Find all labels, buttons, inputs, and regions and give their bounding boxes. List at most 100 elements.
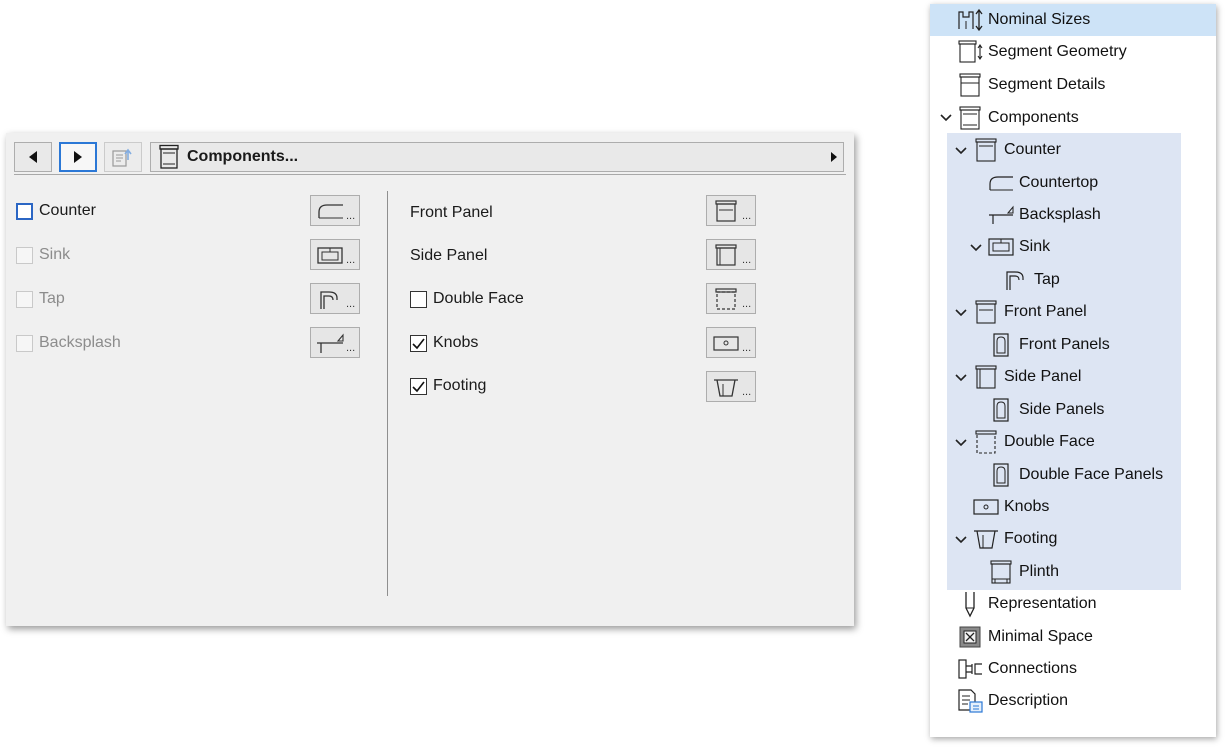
tree-item-description[interactable]: Description xyxy=(956,686,1068,716)
previous-page-button[interactable] xyxy=(14,142,52,172)
panel-door-icon xyxy=(987,331,1015,359)
components-icon xyxy=(159,144,179,169)
tree-item-plinth[interactable]: Plinth xyxy=(987,557,1059,587)
tree-item-label: Front Panels xyxy=(1019,336,1110,353)
tree-item-representation[interactable]: Representation xyxy=(956,589,1097,619)
backsplash-icon xyxy=(987,201,1015,229)
knobs-icon xyxy=(713,335,739,351)
front-panel-icon xyxy=(715,199,737,222)
footing-icon xyxy=(714,378,738,397)
double-face-checkbox[interactable] xyxy=(410,290,427,308)
double-face-settings-button[interactable]: ... xyxy=(706,283,756,314)
tree-item-segment-details[interactable]: Segment Details xyxy=(956,70,1105,100)
option-side-panel: Side Panel xyxy=(410,244,487,268)
tree-item-label: Countertop xyxy=(1019,174,1099,191)
counter-label: Counter xyxy=(39,202,96,219)
tree-item-double-face[interactable]: Double Face xyxy=(972,427,1095,457)
panel-door-icon xyxy=(987,461,1015,489)
chevron-down-icon[interactable] xyxy=(969,241,983,255)
nominal-sizes-icon xyxy=(956,6,984,34)
tree-item-label: Side Panel xyxy=(1004,368,1082,385)
tap-icon xyxy=(1002,266,1030,294)
double-face-icon xyxy=(972,428,1000,456)
tap-label: Tap xyxy=(39,290,65,307)
footing-settings-button[interactable]: ... xyxy=(706,371,756,402)
footing-icon xyxy=(972,525,1000,553)
option-counter[interactable]: Counter xyxy=(16,199,96,223)
counter-checkbox[interactable] xyxy=(16,202,33,220)
tree-item-components[interactable]: Components xyxy=(956,103,1079,133)
side-panel-settings-button[interactable]: ... xyxy=(706,239,756,270)
tree-item-label: Front Panel xyxy=(1004,303,1087,320)
chevron-down-icon[interactable] xyxy=(939,111,953,125)
tree-item-side-panels[interactable]: Side Panels xyxy=(987,395,1104,425)
tap-settings-button[interactable]: ... xyxy=(310,283,360,314)
sink-icon xyxy=(317,246,343,264)
tree-item-label: Double Face xyxy=(1004,433,1095,450)
backsplash-label: Backsplash xyxy=(39,334,121,351)
option-backsplash: Backsplash xyxy=(16,331,121,355)
countertop-settings-button[interactable]: ... xyxy=(310,195,360,226)
backsplash-settings-button[interactable]: ... xyxy=(310,327,360,358)
tree-item-label: Connections xyxy=(988,660,1077,677)
option-knobs[interactable]: Knobs xyxy=(410,331,478,355)
arrow-right-icon xyxy=(74,151,82,163)
checkmark-icon xyxy=(412,381,425,392)
option-tap: Tap xyxy=(16,287,65,311)
tree-item-nominal-sizes[interactable]: Nominal Sizes xyxy=(956,5,1090,35)
knobs-settings-button[interactable]: ... xyxy=(706,327,756,358)
chevron-down-icon[interactable] xyxy=(954,533,968,547)
double-face-label: Double Face xyxy=(433,290,524,307)
arrow-left-icon xyxy=(29,151,37,163)
chevron-down-icon[interactable] xyxy=(954,371,968,385)
tree-item-label: Counter xyxy=(1004,141,1061,158)
front-panel-settings-button[interactable]: ... xyxy=(706,195,756,226)
knobs-checkbox[interactable] xyxy=(410,334,427,352)
segment-details-icon xyxy=(956,71,984,99)
option-footing[interactable]: Footing xyxy=(410,374,486,398)
tree-item-tap[interactable]: Tap xyxy=(1002,265,1060,295)
tree-item-label: Backsplash xyxy=(1019,206,1101,223)
tree-item-front-panel[interactable]: Front Panel xyxy=(972,297,1087,327)
tree-item-sink[interactable]: Sink xyxy=(987,232,1050,262)
tree-item-label: Representation xyxy=(988,595,1097,612)
option-double-face[interactable]: Double Face xyxy=(410,287,524,311)
tree-item-backsplash[interactable]: Backsplash xyxy=(987,200,1101,230)
tree-item-label: Footing xyxy=(1004,530,1058,547)
settings-tree-panel: Nominal Sizes Segment Geometry Segment D… xyxy=(930,4,1216,737)
tree-item-front-panels[interactable]: Front Panels xyxy=(987,330,1110,360)
tree-item-counter[interactable]: Counter xyxy=(972,135,1061,165)
backsplash-icon xyxy=(317,332,344,353)
tree-item-double-face-panels[interactable]: Double Face Panels xyxy=(987,460,1163,490)
chevron-down-icon[interactable] xyxy=(954,144,968,158)
chevron-down-icon[interactable] xyxy=(954,436,968,450)
next-page-button[interactable] xyxy=(59,142,97,172)
tree-item-segment-geometry[interactable]: Segment Geometry xyxy=(956,37,1127,67)
tree-item-label: Double Face Panels xyxy=(1019,466,1164,483)
tree-item-knobs[interactable]: Knobs xyxy=(972,492,1049,522)
tree-item-label: Plinth xyxy=(1019,563,1060,580)
navigation-toolbar: Components... xyxy=(14,142,846,175)
tree-item-footing[interactable]: Footing xyxy=(972,524,1057,554)
tree-item-minimal-space[interactable]: Minimal Space xyxy=(956,622,1093,652)
option-front-panel: Front Panel xyxy=(410,201,493,225)
representation-icon xyxy=(956,590,984,618)
components-icon xyxy=(956,104,984,132)
chevron-down-icon[interactable] xyxy=(954,306,968,320)
counter-icon xyxy=(972,136,1000,164)
tree-item-countertop[interactable]: Countertop xyxy=(987,168,1098,198)
panel-door-icon xyxy=(987,396,1015,424)
go-to-parent-button[interactable] xyxy=(104,142,142,172)
checkmark-icon xyxy=(412,338,425,349)
tree-item-label: Segment Details xyxy=(988,76,1106,93)
tree-item-label: Side Panels xyxy=(1019,401,1105,418)
tree-item-label: Description xyxy=(988,692,1069,709)
footing-checkbox[interactable] xyxy=(410,377,427,395)
countertop-icon xyxy=(987,169,1015,197)
tree-item-side-panel[interactable]: Side Panel xyxy=(972,362,1081,392)
double-face-icon xyxy=(715,287,737,310)
sink-settings-button[interactable]: ... xyxy=(310,239,360,270)
tree-item-connections[interactable]: Connections xyxy=(956,654,1077,684)
front-panel-icon xyxy=(972,298,1000,326)
page-selector[interactable]: Components... xyxy=(150,142,844,172)
